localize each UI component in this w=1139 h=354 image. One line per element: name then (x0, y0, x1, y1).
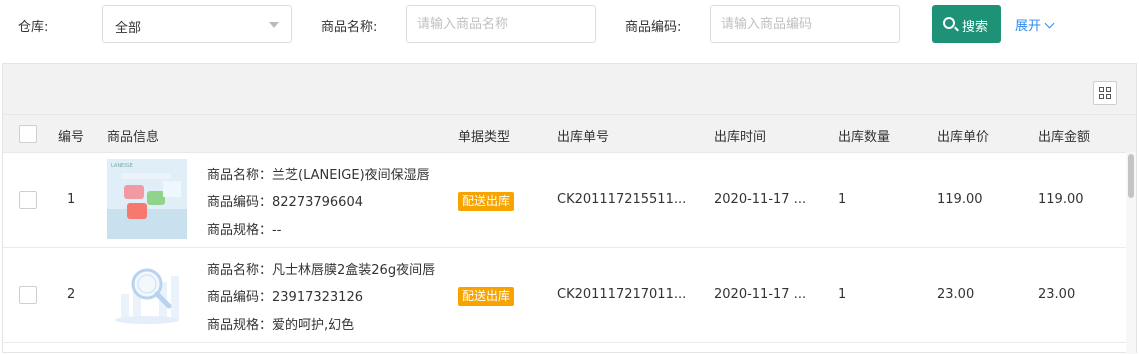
header-no: 编号 (58, 130, 85, 145)
table-row: 2 商品名称：凡士林唇膜2盒装26g夜间唇 商品编码：23917323126 商… (3, 248, 1136, 343)
header-doc-type: 单据类型 (458, 130, 511, 145)
search-button-label: 搜索 (962, 20, 989, 35)
table-row: 1 LANEIGE 商品名称：兰芝(LANEIGE)夜间保湿唇 商品编码：822… (3, 153, 1136, 248)
out-qty: 1 (838, 287, 847, 302)
placeholder-search-image (107, 254, 187, 334)
product-name: 商品名称：兰芝(LANEIGE)夜间保湿唇 (207, 168, 430, 183)
out-time: 2020-11-17 ... (714, 287, 807, 302)
header-amount: 出库金额 (1038, 130, 1091, 145)
expand-label: 展开 (1015, 19, 1042, 34)
product-spec: 商品规格：-- (207, 223, 282, 238)
scrollbar-thumb[interactable] (1128, 154, 1134, 198)
search-button[interactable]: 搜索 (932, 5, 1001, 43)
svg-text:LANEIGE: LANEIGE (111, 163, 133, 169)
warehouse-label: 仓库: (18, 20, 49, 35)
search-icon (943, 17, 955, 29)
table-toolbar (3, 64, 1136, 114)
table-panel: 编号 商品信息 单据类型 出库单号 出库时间 出库数量 出库单价 出库金额 1 … (2, 63, 1137, 354)
chevron-down-icon (269, 22, 279, 28)
filter-bar: 仓库: 全部 商品名称: 商品编码: 搜索 展开 (0, 0, 1139, 48)
out-amount: 119.00 (1038, 192, 1084, 207)
out-price: 119.00 (937, 192, 983, 207)
out-no: CK201117215511... (557, 192, 685, 207)
select-all-checkbox[interactable] (19, 125, 37, 143)
product-code: 商品编码：23917323126 (207, 290, 363, 305)
warehouse-select[interactable]: 全部 (102, 5, 292, 43)
table-header: 编号 商品信息 单据类型 出库单号 出库时间 出库数量 出库单价 出库金额 (3, 114, 1136, 153)
row-no: 2 (67, 287, 76, 302)
header-price: 出库单价 (937, 130, 990, 145)
product-spec: 商品规格：爱的呵护,幻色 (207, 318, 355, 333)
chevron-down-icon (1044, 18, 1055, 29)
header-out-no: 出库单号 (557, 130, 610, 145)
warehouse-select-value: 全部 (115, 21, 142, 36)
row-checkbox[interactable] (19, 286, 37, 304)
out-qty: 1 (838, 192, 847, 207)
vertical-scrollbar[interactable] (1126, 152, 1136, 354)
out-no: CK201117217011... (557, 287, 685, 302)
header-qty: 出库数量 (838, 130, 891, 145)
product-code: 商品编码：82273796604 (207, 195, 363, 210)
product-name-input[interactable] (406, 5, 596, 43)
out-amount: 23.00 (1038, 287, 1076, 302)
expand-link[interactable]: 展开 (1015, 15, 1055, 34)
doc-type-badge: 配送出库 (458, 287, 515, 306)
doc-type-badge: 配送出库 (458, 192, 515, 211)
product-name-label: 商品名称: (321, 20, 378, 35)
row-checkbox[interactable] (19, 191, 37, 209)
header-info: 商品信息 (107, 130, 160, 145)
product-code-label: 商品编码: (625, 20, 682, 35)
out-time: 2020-11-17 ... (714, 192, 807, 207)
product-code-input[interactable] (710, 5, 900, 43)
row-no: 1 (67, 192, 76, 207)
out-price: 23.00 (937, 287, 975, 302)
column-settings-button[interactable] (1093, 81, 1117, 105)
header-out-time: 出库时间 (714, 130, 767, 145)
product-name: 商品名称：凡士林唇膜2盒装26g夜间唇 (207, 263, 436, 278)
laneige-lip-mask-image: LANEIGE (107, 159, 187, 239)
